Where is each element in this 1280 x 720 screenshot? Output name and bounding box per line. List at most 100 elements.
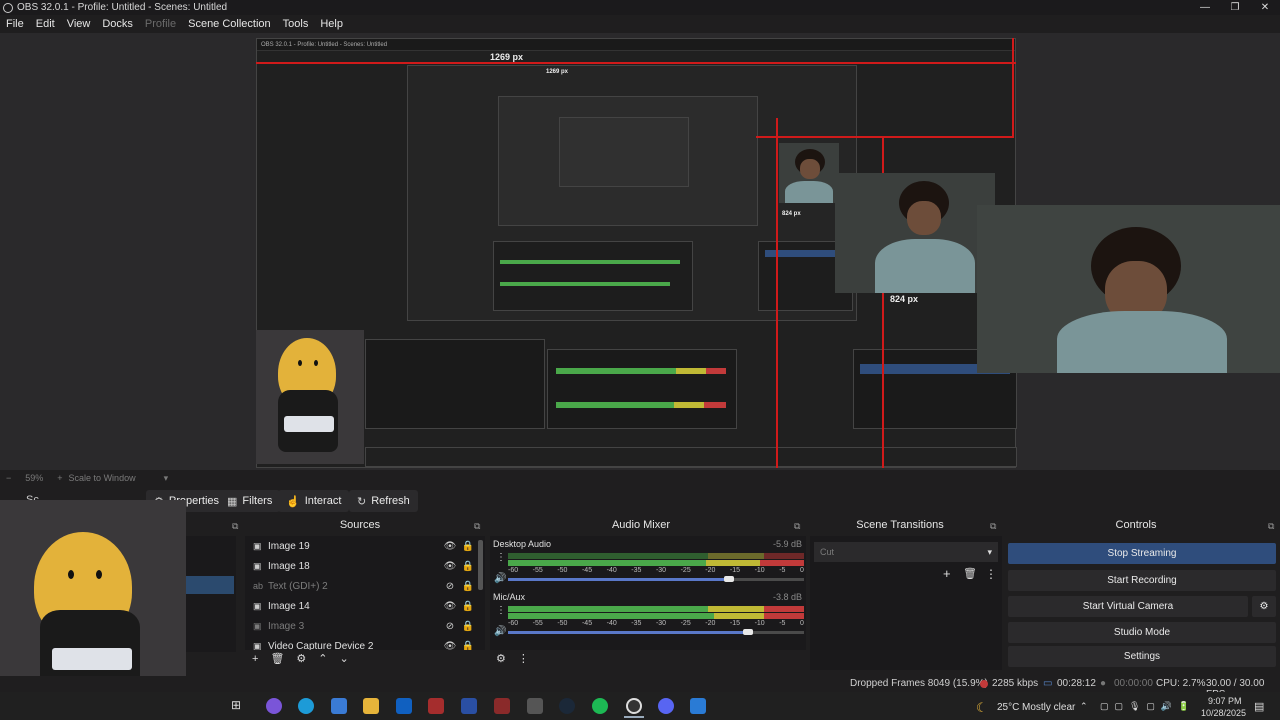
menu-profile[interactable]: Profile — [139, 18, 182, 30]
discord-icon[interactable] — [658, 698, 674, 714]
visibility-eye-icon[interactable]: ⊘ — [441, 621, 459, 632]
settings-button[interactable]: Settings — [1008, 646, 1276, 667]
minimize-button[interactable]: — — [1190, 0, 1220, 15]
mic-volume-knob[interactable] — [743, 629, 753, 635]
preview-area[interactable]: OBS 32.0.1 - Profile: Untitled - Scenes:… — [0, 33, 1280, 470]
transitions-float-icon[interactable]: ⧉ — [990, 521, 996, 532]
lock-icon[interactable]: 🔒 — [459, 581, 477, 592]
lock-icon[interactable]: 🔒 — [459, 541, 477, 552]
app-game-icon[interactable] — [494, 698, 510, 714]
visibility-eye-icon[interactable]: 👁 — [441, 561, 459, 572]
desktop-ticks: -60 -55 -50 -45 -40 -35 -30 -25 -20 -15 -10 -5 0 — [508, 567, 804, 574]
menu-view[interactable]: View — [61, 18, 97, 30]
source-item[interactable]: ▣ Image 14 👁 🔒 — [245, 596, 477, 616]
scenes-list[interactable] — [186, 536, 236, 652]
notifications-icon[interactable]: ▤ — [1254, 700, 1264, 713]
stop-streaming-button[interactable]: Stop Streaming — [1008, 543, 1276, 564]
visibility-eye-icon[interactable]: 👁 — [441, 641, 459, 651]
steam-icon[interactable] — [559, 698, 575, 714]
store-icon[interactable] — [331, 698, 347, 714]
add-source-icon[interactable]: + — [252, 653, 258, 665]
filters-button[interactable]: ▦ Filters — [219, 490, 281, 512]
copilot-icon[interactable] — [266, 698, 282, 714]
app-blue-icon[interactable] — [461, 698, 477, 714]
maximize-button[interactable]: ❐ — [1220, 0, 1250, 15]
image-source-icon: ▣ — [253, 600, 262, 611]
desktop-speaker-icon[interactable]: 🔊 — [494, 573, 506, 584]
source-item[interactable]: ab Text (GDI+) 2 ⊘ 🔒 — [245, 576, 477, 596]
mic-speaker-icon[interactable]: 🔊 — [494, 626, 506, 637]
menu-docks[interactable]: Docks — [96, 18, 139, 30]
outlook-icon[interactable] — [396, 698, 412, 714]
start-recording-button[interactable]: Start Recording — [1008, 570, 1276, 591]
source-item[interactable]: ▣ Image 19 👁 🔒 — [245, 536, 477, 556]
close-button[interactable]: ✕ — [1250, 0, 1280, 15]
transition-menu-icon[interactable]: ⋮ — [985, 567, 997, 581]
refresh-button[interactable]: ↻ Refresh — [349, 490, 418, 512]
interact-button[interactable]: ☝ Interact — [278, 490, 350, 512]
menu-help[interactable]: Help — [314, 18, 349, 30]
move-down-icon[interactable]: ⌄ — [340, 652, 349, 665]
mic-volume-slider[interactable] — [508, 631, 752, 634]
menu-tools[interactable]: Tools — [277, 18, 315, 30]
remove-source-icon[interactable]: 🗑 — [270, 652, 284, 665]
start-virtual-camera-button[interactable]: Start Virtual Camera — [1008, 596, 1248, 617]
source-item[interactable]: ▣ Video Capture Device 2 👁 🔒 — [245, 636, 477, 651]
visibility-eye-icon[interactable]: 👁 — [441, 601, 459, 612]
nested-preview-4 — [559, 117, 689, 187]
tray-chevron-icon[interactable]: ⌃ — [1080, 701, 1088, 712]
sources-list[interactable]: ▣ Image 19 👁 🔒 ▣ Image 18 👁 🔒 ab Text (GDI+) 2 ⊘ 🔒 ▣… — [245, 536, 485, 650]
controls-float-icon[interactable]: ⧉ — [1268, 521, 1274, 532]
mixer-menu-icon[interactable]: ⋮ — [518, 652, 529, 665]
scale-mode[interactable]: Scale to Window — [69, 473, 136, 483]
visibility-eye-icon[interactable]: 👁 — [441, 541, 459, 552]
source-item[interactable]: ▣ Image 18 👁 🔒 — [245, 556, 477, 576]
nested-mixer-dock — [547, 349, 737, 429]
record-time: 00:00:00 — [1114, 678, 1153, 689]
advanced-audio-icon[interactable]: ⚙ — [496, 652, 506, 665]
source-settings-icon[interactable]: ⚙ — [296, 652, 306, 665]
menu-edit[interactable]: Edit — [30, 18, 61, 30]
desktop-menu-icon[interactable]: ⋮ — [496, 552, 506, 563]
scale-dropdown-icon[interactable]: ▾ — [164, 473, 169, 484]
studio-mode-button[interactable]: Studio Mode — [1008, 622, 1276, 643]
desktop-volume-slider[interactable] — [508, 578, 732, 581]
tray-icons[interactable]: ▢▢🎙▢🔊🔋 — [1100, 701, 1195, 712]
mixer-float-icon[interactable]: ⧉ — [794, 521, 800, 532]
obs-taskbar-icon[interactable] — [626, 698, 642, 714]
source-item[interactable]: ▣ Image 3 ⊘ 🔒 — [245, 616, 477, 636]
app-red-icon[interactable] — [428, 698, 444, 714]
desktop-volume-knob[interactable] — [724, 576, 734, 582]
transitions-header: Scene Transitions — [856, 519, 944, 531]
lock-icon[interactable]: 🔒 — [459, 601, 477, 612]
move-up-icon[interactable]: ⌃ — [318, 652, 327, 665]
meter-tick-label: -5 — [779, 620, 786, 627]
sources-float-icon[interactable]: ⧉ — [474, 521, 480, 532]
zoom-in-button[interactable]: + — [57, 473, 62, 483]
edge-icon[interactable] — [298, 698, 314, 714]
start-menu-icon[interactable]: ⊞ — [231, 698, 247, 714]
app-avatar-icon[interactable] — [527, 698, 543, 714]
scenes-float-icon[interactable]: ⧉ — [232, 521, 238, 532]
scene-item-selected[interactable] — [186, 576, 234, 594]
virtual-camera-settings-button[interactable]: ⚙ — [1252, 596, 1276, 617]
zoom-bar: − 59% + Scale to Window ▾ — [0, 470, 1280, 486]
mic-menu-icon[interactable]: ⋮ — [496, 605, 506, 616]
visibility-eye-icon[interactable]: ⊘ — [441, 581, 459, 592]
sources-scrollbar[interactable] — [478, 540, 483, 590]
transition-select[interactable]: Cut ▾ — [814, 542, 998, 562]
file-explorer-icon[interactable] — [363, 698, 379, 714]
lock-icon[interactable]: 🔒 — [459, 641, 477, 651]
lock-icon[interactable]: 🔒 — [459, 561, 477, 572]
weather-icon[interactable]: ☾ — [976, 700, 988, 716]
lock-icon[interactable]: 🔒 — [459, 621, 477, 632]
remove-transition-icon[interactable]: 🗑 — [963, 567, 977, 580]
menu-file[interactable]: File — [0, 18, 30, 30]
add-transition-icon[interactable]: + — [943, 566, 951, 581]
spotify-icon[interactable] — [592, 698, 608, 714]
zoom-out-button[interactable]: − — [6, 473, 11, 483]
stream-time: 00:28:12 — [1057, 678, 1096, 689]
menu-scene-collection[interactable]: Scene Collection — [182, 18, 277, 30]
app-bluebird-icon[interactable] — [690, 698, 706, 714]
image-source-icon: ▣ — [253, 540, 262, 551]
